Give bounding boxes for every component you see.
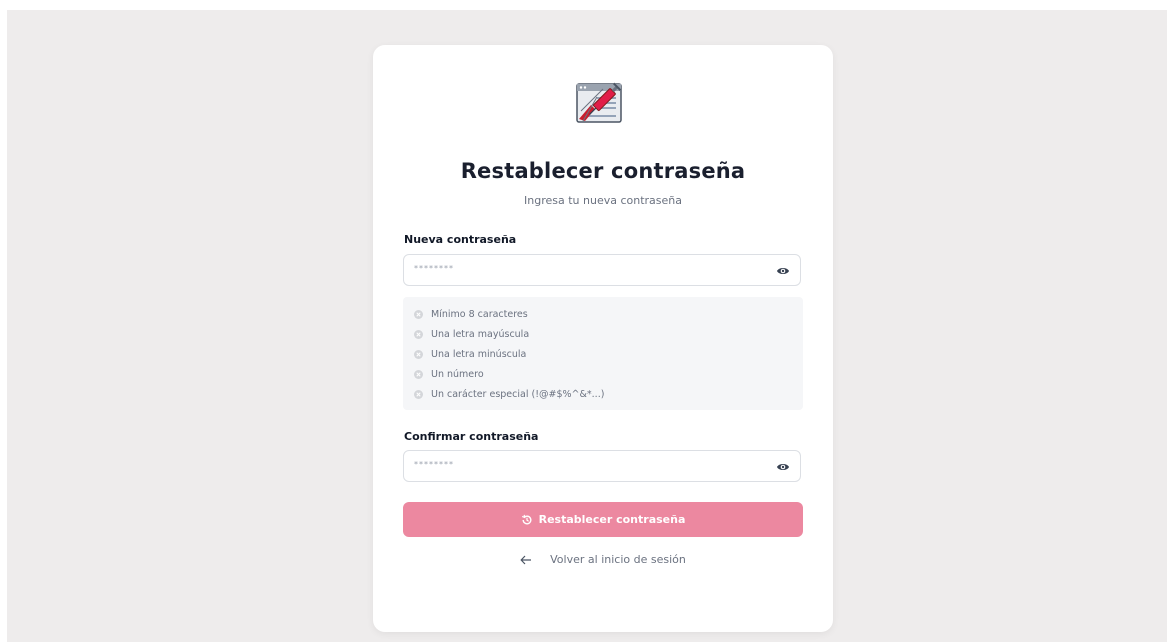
back-to-login-link[interactable]: Volver al inicio de sesión [373,553,833,566]
page-background: Restablecer contraseña Ingresa tu nueva … [7,10,1167,642]
new-password-value: ******** [414,264,454,273]
confirm-password-label: Confirmar contraseña [404,430,539,443]
reset-icon [521,514,532,524]
syringe-browser-logo [576,82,622,123]
confirm-password-field[interactable]: ******** [403,450,801,482]
requirement-text: Un número [431,368,484,380]
x-circle-icon [414,389,423,399]
requirement-text: Una letra minúscula [431,348,527,360]
new-password-field[interactable]: ******** [403,254,801,286]
requirement-uppercase: Una letra mayúscula [414,327,529,341]
requirement-text: Una letra mayúscula [431,328,530,340]
reset-password-card: Restablecer contraseña Ingresa tu nueva … [373,45,833,632]
x-circle-icon [414,309,423,319]
page-subtitle: Ingresa tu nueva contraseña [524,194,682,207]
x-circle-icon [414,369,423,379]
page-title: Restablecer contraseña [460,159,746,183]
requirement-special-char: Un carácter especial (!@#$%^&*...) [414,387,604,401]
requirement-lowercase: Una letra minúscula [414,347,526,361]
password-requirements: Mínimo 8 caracteres Una letra mayúscula … [403,297,803,410]
requirement-min-length: Mínimo 8 caracteres [414,307,528,321]
x-circle-icon [414,349,423,359]
requirement-text: Mínimo 8 caracteres [431,308,528,320]
requirement-text: Un carácter especial (!@#$%^&*...) [431,388,605,400]
eye-icon[interactable] [776,461,790,473]
reset-password-button[interactable]: Restablecer contraseña [403,502,803,537]
arrow-left-icon [520,555,532,564]
back-to-login-label: Volver al inicio de sesión [550,553,686,566]
eye-icon[interactable] [776,265,790,277]
new-password-label: Nueva contraseña [404,233,517,246]
reset-password-button-label: Restablecer contraseña [538,513,686,526]
x-circle-icon [414,329,423,339]
requirement-number: Un número [414,367,484,381]
confirm-password-value: ******** [414,460,454,469]
